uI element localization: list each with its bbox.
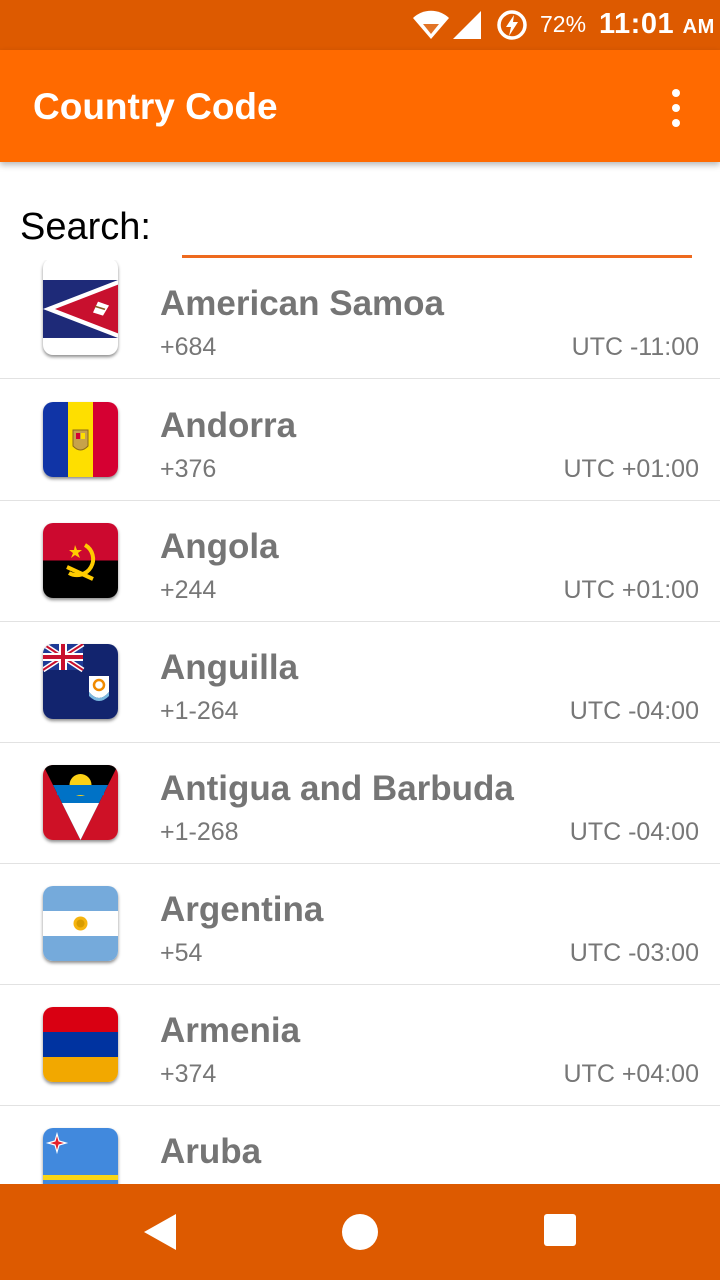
home-icon[interactable] <box>340 1212 380 1252</box>
armenia-flag-icon <box>43 1007 118 1082</box>
recents-icon[interactable] <box>542 1212 582 1252</box>
country-row-armenia[interactable]: Armenia +374 UTC +04:00 <box>0 985 720 1106</box>
american-samoa-flag-icon <box>43 260 118 355</box>
country-dial-code: +1-264 <box>160 697 239 725</box>
country-utc-offset: UTC -04:00 <box>569 697 699 725</box>
search-input[interactable] <box>182 212 692 258</box>
battery-percent: 72% <box>540 11 587 37</box>
country-dial-code: +684 <box>160 333 217 361</box>
country-utc-offset: UTC -04:00 <box>569 818 699 846</box>
antigua-barbuda-flag-icon <box>43 765 118 840</box>
search-label: Search: <box>20 206 151 248</box>
app-title: Country Code <box>33 86 278 127</box>
country-utc-offset: UTC +04:00 <box>563 1060 700 1088</box>
overflow-menu-icon[interactable] <box>656 86 696 130</box>
country-name: Aruba <box>160 1132 262 1171</box>
country-name: Angola <box>160 527 279 566</box>
country-dial-code: +376 <box>160 455 217 483</box>
status-bar: 72% 11:01 AM <box>0 0 720 50</box>
country-name: Armenia <box>160 1011 301 1050</box>
aruba-flag-icon <box>43 1128 118 1184</box>
clock: 11:01 AM <box>599 8 715 41</box>
wifi-icon <box>412 10 450 45</box>
navigation-bar <box>0 1184 720 1280</box>
country-row-american-samoa[interactable]: American Samoa +684 UTC -11:00 <box>0 260 720 379</box>
country-name: Antigua and Barbuda <box>160 769 514 808</box>
country-row-anguilla[interactable]: Anguilla +1-264 UTC -04:00 <box>0 622 720 743</box>
back-icon[interactable] <box>140 1212 180 1252</box>
country-row-antigua-and-barbuda[interactable]: Antigua and Barbuda +1-268 UTC -04:00 <box>0 743 720 864</box>
country-list[interactable]: American Samoa +684 UTC -11:00 Andorra +… <box>0 260 720 1184</box>
argentina-flag-icon <box>43 886 118 961</box>
country-utc-offset: UTC +01:00 <box>563 455 700 483</box>
country-name: Anguilla <box>160 648 299 687</box>
andorra-flag-icon <box>43 402 118 477</box>
country-row-argentina[interactable]: Argentina +54 UTC -03:00 <box>0 864 720 985</box>
country-row-angola[interactable]: Angola +244 UTC +01:00 <box>0 501 720 622</box>
angola-flag-icon <box>43 523 118 598</box>
country-utc-offset: UTC +01:00 <box>563 576 700 604</box>
country-dial-code: +374 <box>160 1060 217 1088</box>
country-utc-offset: UTC -03:00 <box>569 939 699 967</box>
country-utc-offset: UTC -11:00 <box>571 333 699 361</box>
screen: 72% 11:01 AM Country Code Search: Americ… <box>0 0 720 1280</box>
country-name: American Samoa <box>160 284 445 323</box>
country-dial-code: +1-268 <box>160 818 239 846</box>
country-name: Argentina <box>160 890 324 929</box>
clock-ampm: AM <box>682 16 715 38</box>
app-bar: Country Code <box>0 50 720 162</box>
clock-time: 11:01 <box>599 8 675 40</box>
signal-icon <box>452 11 482 46</box>
country-dial-code: +244 <box>160 576 217 604</box>
country-dial-code: +54 <box>160 939 203 967</box>
battery-charging-icon <box>496 9 528 46</box>
anguilla-flag-icon <box>43 644 118 719</box>
country-row-aruba[interactable]: Aruba <box>0 1106 720 1184</box>
country-name: Andorra <box>160 406 297 445</box>
country-row-andorra[interactable]: Andorra +376 UTC +01:00 <box>0 380 720 501</box>
